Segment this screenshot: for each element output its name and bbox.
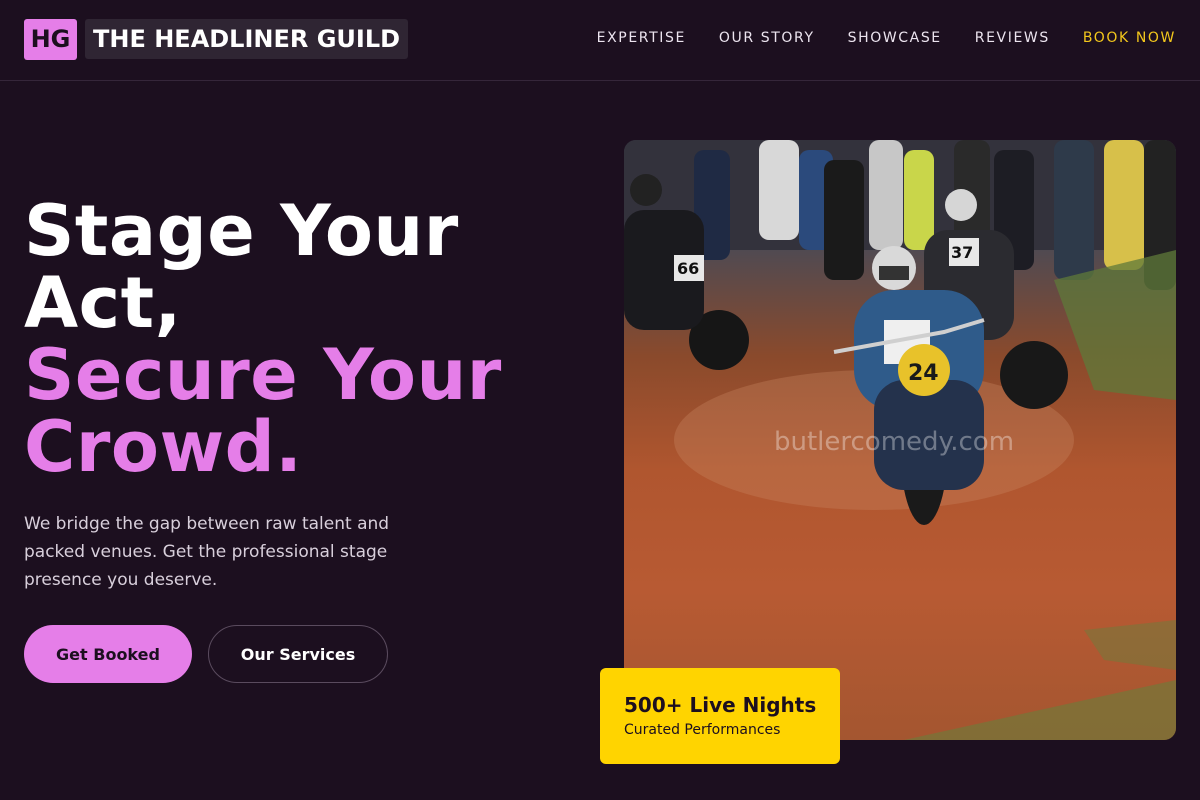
our-services-button[interactable]: Our Services [208, 625, 388, 683]
nav-reviews[interactable]: REVIEWS [975, 28, 1050, 48]
site-header: HG THE HEADLINER GUILD EXPERTISE OUR STO… [0, 0, 1200, 81]
nav-expertise[interactable]: EXPERTISE [597, 28, 686, 48]
nav-our-story[interactable]: OUR STORY [719, 28, 815, 48]
hero-description: We bridge the gap between raw talent and… [24, 514, 390, 590]
logo[interactable]: HG THE HEADLINER GUILD [24, 18, 409, 60]
stat-card: 500+ Live Nights Curated Performances [600, 668, 840, 764]
hero-title-line3: Secure Your [24, 334, 502, 416]
hero-title-line2: Act, [24, 262, 182, 344]
rider3-number: 66 [677, 259, 699, 278]
rider2-number: 37 [951, 243, 973, 262]
hero-photo-illustration: 66 37 24 butlercomedy.com [624, 140, 1176, 740]
stat-value: 500+ Live Nights [624, 693, 817, 717]
nav-showcase[interactable]: SHOWCASE [848, 28, 942, 48]
rider-number: 24 [908, 361, 939, 386]
hero-title-line4: Crowd. [24, 406, 303, 488]
photo-watermark: butlercomedy.com [774, 427, 1014, 457]
hero-photo: 66 37 24 butlercomedy.com [624, 140, 1176, 740]
brand-name: THE HEADLINER GUILD [85, 19, 409, 59]
main-nav: EXPERTISE OUR STORY SHOWCASE REVIEWS BOO… [597, 28, 1176, 48]
get-booked-button[interactable]: Get Booked [24, 625, 192, 683]
hero-title: Stage Your Act, Secure Your Crowd. [24, 195, 584, 483]
hero-title-line1: Stage Your [24, 190, 459, 272]
nav-book-now[interactable]: BOOK NOW [1083, 28, 1176, 48]
stat-label: Curated Performances [624, 722, 781, 738]
logo-mark: HG [24, 18, 77, 60]
